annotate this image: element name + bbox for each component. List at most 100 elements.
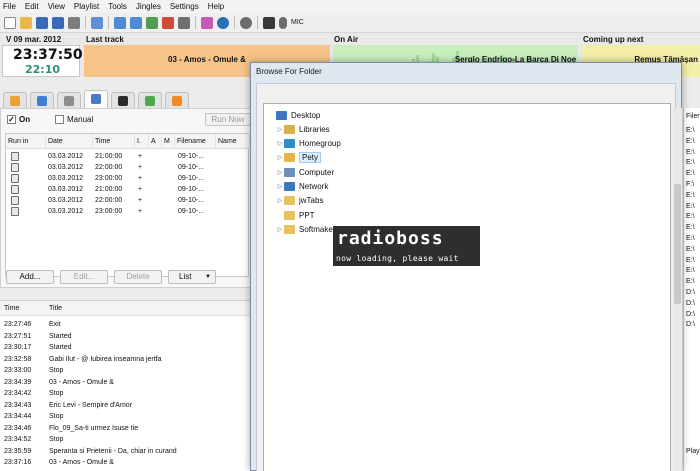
playlist-icon[interactable] xyxy=(201,16,213,29)
tab-attach[interactable] xyxy=(57,92,81,108)
log-row[interactable]: 23:32:58 Gabi Ilut - @ Iubirea inseamna j… xyxy=(0,354,252,365)
move-down-icon[interactable] xyxy=(130,16,142,29)
list-item[interactable]: E:\ xyxy=(686,125,695,136)
log-row[interactable]: 23:34:44 Stop xyxy=(0,411,252,422)
table-row[interactable]: 03.03.2012 23:00:00 +09-10-... xyxy=(6,206,250,217)
tree-node[interactable]: ▷ Libraries xyxy=(276,123,330,135)
add-button[interactable]: Add... xyxy=(6,270,54,284)
log-row[interactable]: 23:35:59 Speranta si Prietenii - Da, chia… xyxy=(0,446,252,457)
manual-checkbox[interactable] xyxy=(55,115,64,124)
tree-node[interactable]: ▷ Network xyxy=(276,181,328,193)
list-item[interactable]: E:\ xyxy=(686,136,695,147)
tab-clock[interactable] xyxy=(84,90,108,108)
log-row[interactable]: 23:27:51 Started xyxy=(0,331,252,342)
menu-tools[interactable]: Tools xyxy=(108,2,127,11)
log-col-title[interactable]: Title xyxy=(49,301,62,316)
tab-folder[interactable] xyxy=(3,92,27,108)
tab-terminal[interactable] xyxy=(111,92,135,108)
globe-icon[interactable] xyxy=(217,16,229,29)
tree-node[interactable]: ▷ Pety xyxy=(276,152,322,164)
tree-node[interactable]: Desktop xyxy=(268,109,320,121)
list-item[interactable]: E:\ xyxy=(686,222,695,233)
table-row[interactable]: 03.03.2012 21:00:00 +09-10-... xyxy=(6,184,250,195)
list-item[interactable]: E:\ xyxy=(686,255,695,266)
tab-plus[interactable] xyxy=(165,92,189,108)
menu-playlist[interactable]: Playlist xyxy=(74,2,99,11)
on-label[interactable]: On xyxy=(19,115,30,124)
tab-search[interactable] xyxy=(30,92,54,108)
insert-icon[interactable] xyxy=(146,16,158,29)
log-row[interactable]: 23:34:43 Eric Levi - Sempire d'Amor xyxy=(0,400,252,411)
expand-arrow-icon[interactable]: ▷ xyxy=(276,169,284,176)
menu-help[interactable]: Help xyxy=(208,2,224,11)
menu-edit[interactable]: Edit xyxy=(25,2,39,11)
log-row[interactable]: 23:27:46 Exit xyxy=(0,319,252,330)
table-row[interactable]: 03.03.2012 23:00:00 +09-10-... xyxy=(6,173,250,184)
list-item[interactable]: E:\ xyxy=(686,168,695,179)
table-row[interactable]: 03.03.2012 22:00:00 +09-10-... xyxy=(6,162,250,173)
list-item[interactable]: E:\ xyxy=(686,147,695,158)
menu-file[interactable]: File xyxy=(3,2,16,11)
col-name[interactable]: Name xyxy=(216,134,250,149)
settings-icon[interactable] xyxy=(240,16,252,29)
log-row[interactable]: 23:30:17 Started xyxy=(0,342,252,353)
log-row[interactable]: 23:34:39 03 - Amos - Omule & xyxy=(0,377,252,388)
log-row[interactable]: 23:34:46 Flo_09_Sa-ti urmez Isuse tie xyxy=(0,423,252,434)
edit-button[interactable]: Edit... xyxy=(60,270,108,284)
expand-arrow-icon[interactable]: ▷ xyxy=(276,197,284,204)
log-row[interactable]: 23:37:16 03 - Amos - Omule & xyxy=(0,457,252,468)
list-item[interactable]: E:\ xyxy=(686,201,695,212)
tree-node[interactable]: PPT xyxy=(276,209,315,221)
tree-node[interactable]: ▷ jwTabs xyxy=(276,195,323,207)
menu-settings[interactable]: Settings xyxy=(170,2,199,11)
list-item[interactable]: E:\ xyxy=(686,244,695,255)
expand-arrow-icon[interactable]: ▷ xyxy=(276,126,284,133)
expand-arrow-icon[interactable]: ▷ xyxy=(276,226,284,233)
open-icon[interactable] xyxy=(20,16,32,29)
right-list-header[interactable]: Filen xyxy=(686,111,700,122)
menu-view[interactable]: View xyxy=(48,2,65,11)
expand-arrow-icon[interactable]: ▷ xyxy=(276,140,284,147)
save-icon[interactable] xyxy=(36,16,48,29)
tree-node[interactable]: ▷ Homegroup xyxy=(276,138,341,150)
expand-arrow-icon[interactable]: ▷ xyxy=(276,183,284,190)
col-a[interactable]: A xyxy=(149,134,162,149)
move-up-icon[interactable] xyxy=(114,16,126,29)
log-row[interactable]: 23:33:00 Stop xyxy=(0,365,252,376)
list-item[interactable]: D:\ xyxy=(686,298,695,309)
list-item[interactable]: D:\ xyxy=(686,309,695,320)
tab-plugin[interactable] xyxy=(138,92,162,108)
print-icon[interactable] xyxy=(68,16,80,29)
list-dropdown[interactable]: List ▼ xyxy=(168,270,216,284)
table-row[interactable]: 03.03.2012 21:00:00 +09-10-... xyxy=(6,151,250,162)
col-run-in[interactable]: Run in xyxy=(6,134,46,149)
delete-icon[interactable] xyxy=(162,16,174,29)
col-i[interactable]: I. xyxy=(135,134,149,149)
log-row[interactable]: 23:34:52 Stop xyxy=(0,434,252,445)
col-filename[interactable]: Filename xyxy=(175,134,216,149)
table-row[interactable]: 03.03.2012 22:00:00 +09-10-... xyxy=(6,195,250,206)
mic-label[interactable]: MIC xyxy=(291,19,304,26)
col-time[interactable]: Time xyxy=(93,134,135,149)
run-now-button[interactable]: Run Now xyxy=(205,113,251,126)
list-item[interactable]: E:\ xyxy=(686,190,695,201)
list-item[interactable]: D:\ xyxy=(686,319,695,330)
on-checkbox[interactable]: ✓ xyxy=(7,115,16,124)
col-date[interactable]: Date xyxy=(46,134,93,149)
manual-label[interactable]: Manual xyxy=(67,115,93,124)
delete-button[interactable]: Delete xyxy=(114,270,162,284)
vertical-scrollbar[interactable] xyxy=(673,108,682,471)
new-icon[interactable] xyxy=(4,16,16,29)
list-item[interactable]: E:\ xyxy=(686,211,695,222)
list-item[interactable]: D:\ xyxy=(686,287,695,298)
col-m[interactable]: M xyxy=(162,134,175,149)
effects-icon[interactable] xyxy=(263,16,275,29)
save-all-icon[interactable] xyxy=(52,16,64,29)
tree-node[interactable]: ▷ Computer xyxy=(276,166,334,178)
expand-arrow-icon[interactable]: ▷ xyxy=(276,154,284,161)
undo-icon[interactable] xyxy=(91,16,103,29)
log-row[interactable]: 23:34:42 Stop xyxy=(0,388,252,399)
mic-icon[interactable] xyxy=(279,16,287,29)
list-item[interactable]: E:\ xyxy=(686,233,695,244)
list-item[interactable]: E:\ xyxy=(686,157,695,168)
